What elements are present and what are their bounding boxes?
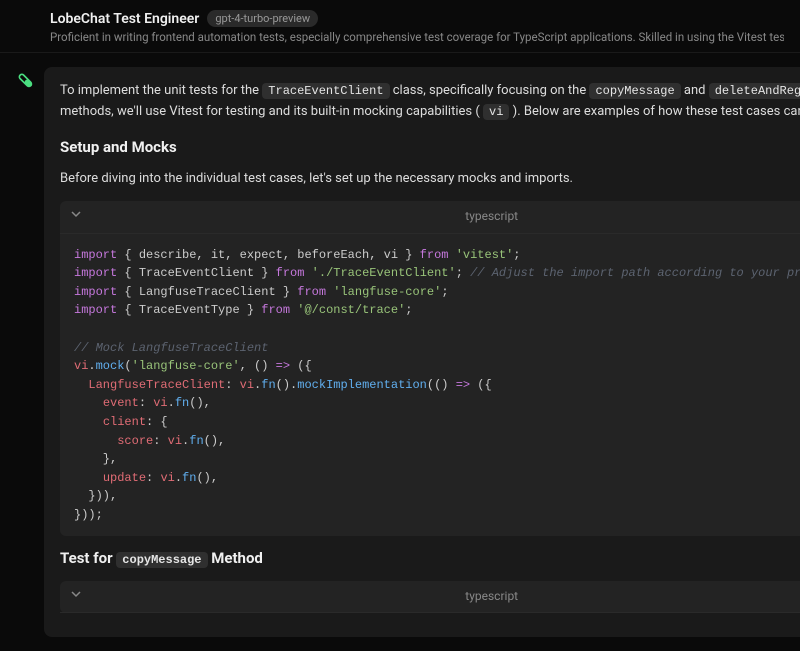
text: methods, we'll use Vitest for testing an… [60, 104, 480, 119]
model-badge[interactable]: gpt-4-turbo-preview [207, 10, 318, 27]
text: Test for [60, 549, 116, 567]
chevron-down-icon[interactable] [70, 207, 90, 226]
code-inline: copyMessage [589, 83, 680, 99]
assistant-description: Proficient in writing frontend automatio… [50, 30, 784, 44]
code-header: typescript [60, 581, 800, 613]
code-inline: vi [483, 104, 509, 120]
text: Method [208, 549, 263, 567]
code-language: typescript [90, 587, 800, 606]
code-inline: TraceEventClient [262, 83, 389, 99]
message-row: To implement the unit tests for the Trac… [0, 53, 800, 651]
code-block: typescript import { describe, it, expect… [60, 201, 800, 536]
code-inline: deleteAndRegenerateMessage [709, 83, 800, 99]
assistant-message: To implement the unit tests for the Trac… [44, 67, 800, 637]
text: To implement the unit tests for the [60, 83, 262, 98]
chevron-down-icon[interactable] [70, 587, 90, 606]
code-inline: copyMessage [116, 552, 207, 568]
code-header: typescript [60, 201, 800, 233]
code-block: typescript [60, 581, 800, 613]
text: ). Below are examples of how these test … [513, 104, 800, 119]
setup-paragraph: Before diving into the individual test c… [60, 169, 800, 190]
test-tube-icon [12, 67, 40, 95]
text: and [684, 83, 709, 98]
code-content: import { describe, it, expect, beforeEac… [60, 234, 800, 537]
assistant-name: LobeChat Test Engineer [50, 11, 199, 27]
heading-test-copy: Test for copyMessage Method [60, 546, 800, 570]
chat-header: LobeChat Test Engineer gpt-4-turbo-previ… [0, 0, 800, 53]
intro-paragraph: To implement the unit tests for the Trac… [60, 81, 800, 123]
code-language: typescript [90, 207, 800, 226]
heading-setup: Setup and Mocks [60, 135, 800, 159]
text: class, specifically focusing on the [393, 83, 590, 98]
assistant-avatar [16, 67, 44, 637]
